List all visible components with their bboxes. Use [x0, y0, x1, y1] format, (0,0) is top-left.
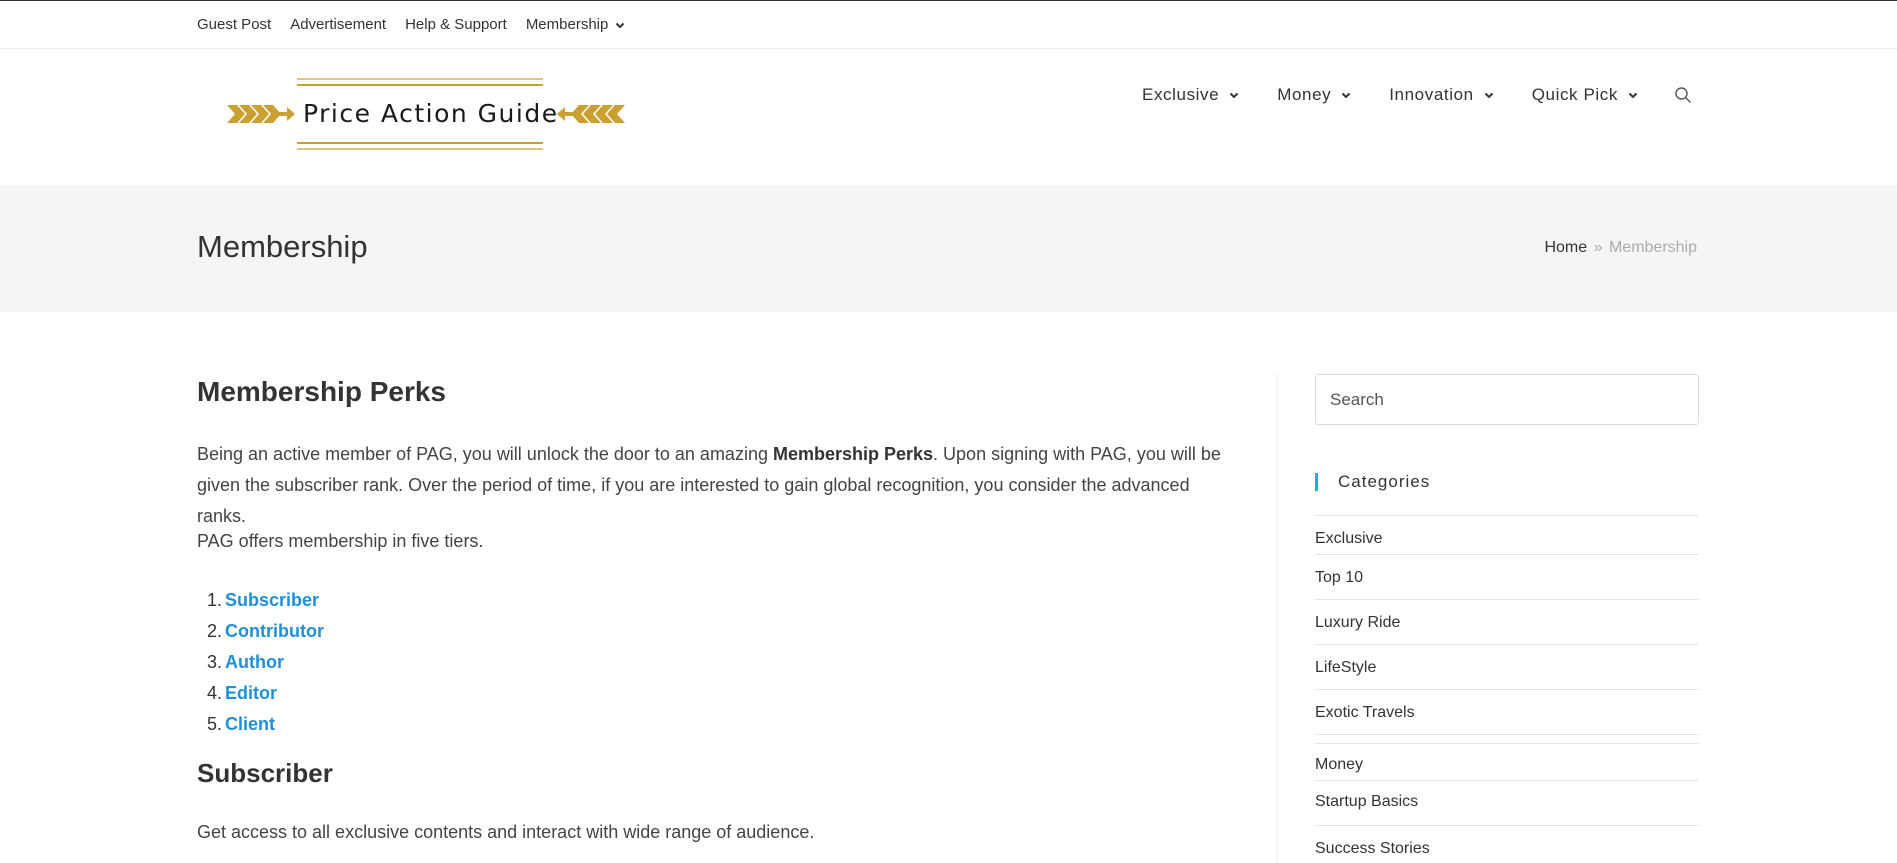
topbar-link-label: Help & Support [405, 16, 507, 33]
category-item: Exotic Travels [1315, 689, 1699, 734]
nav-item-label: Innovation [1389, 85, 1474, 104]
category-item: Startup Basics [1315, 780, 1699, 825]
list-number: 1. [206, 590, 222, 610]
intro-bold: Membership Perks [772, 444, 934, 464]
list-item: 1. Subscriber [197, 585, 324, 616]
list-item: 5. Client [197, 709, 324, 740]
category-item: Exclusive [1315, 515, 1699, 554]
sidebar: Categories Exclusive Top 10 Luxury Ride … [1315, 374, 1699, 857]
section-heading-subscriber: Subscriber [197, 758, 333, 788]
list-number: 5. [206, 714, 222, 734]
topbar-link-membership[interactable]: Membership [526, 16, 627, 34]
tiers-intro: PAG offers membership in five tiers. [197, 531, 484, 551]
tier-link-client[interactable]: Client [225, 714, 275, 734]
tier-link-subscriber[interactable]: Subscriber [225, 590, 319, 610]
content-sidebar-divider [1277, 373, 1278, 863]
main-nav: Exclusive Money Innovation Quick Pick [1142, 85, 1692, 105]
category-link-top-10[interactable]: Top 10 [1315, 569, 1363, 586]
category-link-lifestyle[interactable]: LifeStyle [1315, 659, 1376, 676]
breadcrumb-separator: » [1593, 239, 1603, 256]
category-item: Luxury Ride [1315, 599, 1699, 644]
tier-link-editor[interactable]: Editor [225, 683, 277, 703]
chevron-down-icon [1484, 92, 1493, 99]
list-number: 4. [206, 683, 222, 703]
page-title: Membership [197, 229, 368, 264]
category-link-startup-basics[interactable]: Startup Basics [1315, 793, 1418, 810]
nav-item-exclusive[interactable]: Exclusive [1142, 85, 1240, 105]
categories-title: Categories [1315, 473, 1430, 491]
intro-text: Being an active member of PAG, you will … [197, 444, 773, 464]
topbar-link-label: Advertisement [290, 16, 387, 33]
nav-item-quick-pick[interactable]: Quick Pick [1532, 85, 1639, 105]
chevron-down-icon [1229, 92, 1239, 99]
topbar-link-label: Guest Post [197, 16, 272, 33]
nav-item-label: Quick Pick [1531, 85, 1618, 104]
breadcrumb-current: Membership [1608, 239, 1697, 256]
category-item: Money [1315, 743, 1699, 780]
page-header: Membership Home » Membership [0, 185, 1897, 312]
category-link-success-stories[interactable]: Success Stories [1315, 840, 1430, 857]
tier-link-author[interactable]: Author [225, 652, 284, 672]
categories-list: Exclusive Top 10 Luxury Ride LifeStyle E… [1315, 515, 1699, 863]
category-item: Top 10 [1315, 554, 1699, 599]
site-logo[interactable]: Price Action Guide [225, 77, 627, 153]
category-spacer [1315, 734, 1699, 743]
top-bar: Guest Post Advertisement Help & Support … [0, 1, 1897, 49]
category-link-exclusive[interactable]: Exclusive [1315, 530, 1383, 547]
topbar-link-guest-post[interactable]: Guest Post [197, 16, 271, 34]
site-header: Price Action Guide Exclusive Money Innov… [0, 50, 1897, 185]
intro-paragraph: Being an active member of PAG, you will … [197, 439, 1237, 532]
top-bar-menu: Guest Post Advertisement Help & Support … [197, 16, 645, 34]
category-link-money[interactable]: Money [1315, 756, 1363, 773]
tier-link-contributor[interactable]: Contributor [225, 621, 324, 641]
chevron-down-icon [616, 22, 625, 29]
chevron-down-icon [1628, 92, 1638, 99]
nav-item-innovation[interactable]: Innovation [1389, 85, 1494, 105]
nav-item-label: Money [1277, 85, 1332, 104]
nav-item-label: Exclusive [1142, 85, 1220, 104]
tier-list: 1. Subscriber 2. Contributor 3. Author 4. Ed… [197, 585, 324, 740]
category-item: Success Stories [1315, 825, 1699, 863]
list-item: 4. Editor [197, 678, 324, 709]
list-number: 3. [206, 652, 222, 672]
section-heading-perks: Membership Perks [197, 376, 446, 407]
topbar-link-label: Membership [525, 16, 609, 33]
subscriber-paragraph: Get access to all exclusive contents and… [197, 822, 815, 842]
category-item: LifeStyle [1315, 644, 1699, 689]
search-input[interactable] [1315, 374, 1699, 425]
chevron-down-icon [1342, 92, 1351, 99]
list-item: 2. Contributor [197, 616, 324, 647]
search-icon[interactable] [1674, 86, 1692, 104]
list-item: 3. Author [197, 647, 324, 678]
breadcrumb: Home » Membership [1544, 239, 1697, 257]
logo-text: Price Action Guide [303, 99, 559, 128]
list-number: 2. [206, 621, 222, 641]
topbar-link-advertisement[interactable]: Advertisement [290, 16, 386, 34]
breadcrumb-home-link[interactable]: Home [1544, 239, 1587, 256]
topbar-link-help-support[interactable]: Help & Support [405, 16, 507, 34]
nav-item-money[interactable]: Money [1277, 85, 1352, 105]
category-link-luxury-ride[interactable]: Luxury Ride [1315, 614, 1400, 631]
category-link-exotic-travels[interactable]: Exotic Travels [1315, 704, 1415, 721]
